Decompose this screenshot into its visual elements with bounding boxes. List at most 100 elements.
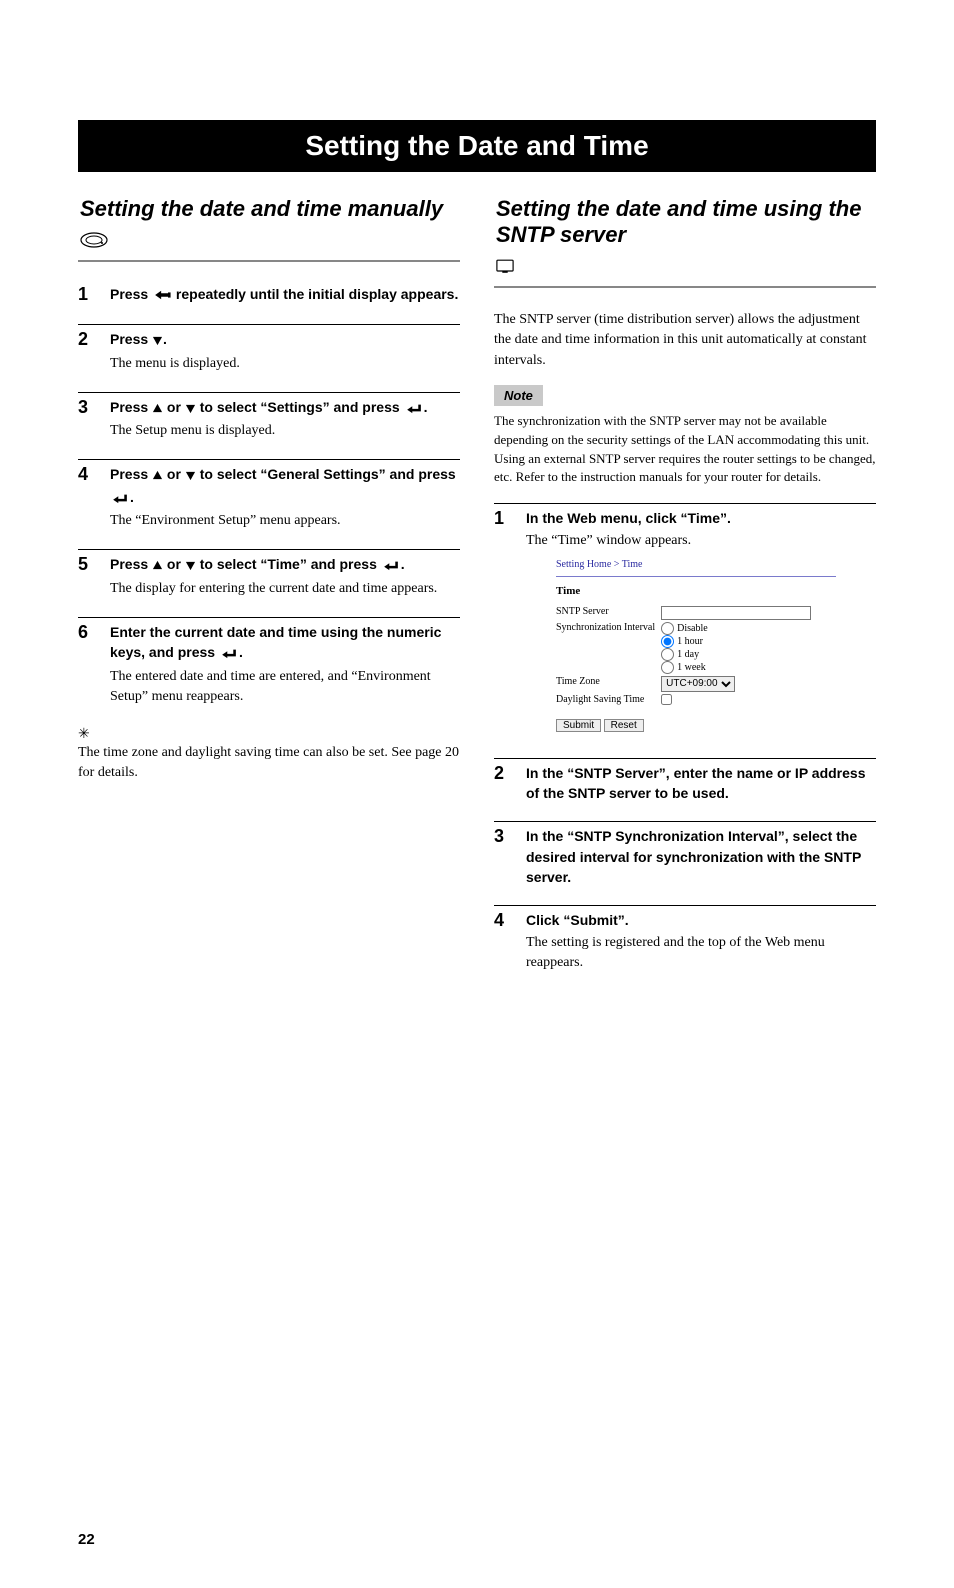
text: to select “Settings” and press: [196, 399, 404, 415]
step-result: The entered date and time are entered, a…: [110, 667, 460, 708]
step-number: 2: [78, 329, 96, 374]
radio-label: 1 hour: [677, 635, 703, 648]
dst-checkbox[interactable]: [661, 694, 672, 705]
table-row: Synchronization Interval Disable 1 hour …: [556, 621, 817, 675]
table-row: Daylight Saving Time: [556, 693, 817, 709]
text: .: [163, 331, 167, 347]
down-icon: [152, 331, 163, 351]
text: .: [424, 399, 428, 415]
enter-icon: [381, 556, 401, 576]
timezone-select[interactable]: UTC+09:00: [661, 676, 735, 692]
text: or: [163, 466, 185, 482]
tip-text: The time zone and daylight saving time c…: [78, 743, 460, 784]
intro-paragraph: The SNTP server (time distribution serve…: [494, 310, 876, 371]
text: Press: [110, 556, 152, 572]
divider: [556, 576, 836, 577]
text: Press: [110, 466, 152, 482]
sync-radio-disable[interactable]: [661, 622, 674, 635]
step-number: 1: [494, 508, 512, 740]
radio-label: Disable: [677, 622, 708, 635]
text: to select “General Settings” and press: [196, 466, 456, 482]
dial-icon: [80, 228, 108, 254]
divider: [494, 503, 876, 504]
section-heading-sntp-text: Setting the date and time using the SNTP…: [496, 196, 876, 248]
up-icon: [152, 466, 163, 486]
down-icon: [185, 556, 196, 576]
step-number: 3: [494, 826, 512, 887]
sync-radio-1hour[interactable]: [661, 635, 674, 648]
step-result: The “Time” window appears.: [526, 531, 876, 551]
text: repeatedly until the initial display app…: [172, 286, 458, 302]
step-instruction: Press or to select “General Settings” an…: [110, 464, 460, 509]
text: .: [130, 489, 134, 505]
divider: [78, 617, 460, 618]
step-instruction: Press .: [110, 329, 460, 351]
table-row: Time Zone UTC+09:00: [556, 675, 817, 693]
page-title: Setting the Date and Time: [78, 120, 876, 172]
step-result: The setting is registered and the top of…: [526, 933, 876, 974]
step-instruction: Press or to select “Time” and press .: [110, 554, 460, 576]
submit-button[interactable]: Submit: [556, 719, 601, 732]
section-heading-manual: Setting the date and time manually: [78, 190, 460, 262]
screen-icon: [496, 254, 514, 280]
text: Press: [110, 286, 152, 302]
divider: [78, 324, 460, 325]
step-instruction: In the “SNTP Server”, enter the name or …: [526, 763, 876, 804]
left-column: Setting the date and time manually 1 Pre…: [78, 190, 460, 991]
divider: [78, 459, 460, 460]
step-number: 3: [78, 397, 96, 442]
step-number: 4: [494, 910, 512, 973]
up-icon: [152, 556, 163, 576]
right-column: Setting the date and time using the SNTP…: [494, 190, 876, 991]
text: .: [239, 644, 243, 660]
row-label: Daylight Saving Time: [556, 693, 661, 709]
divider: [78, 549, 460, 550]
text: or: [163, 399, 185, 415]
divider: [494, 821, 876, 822]
step-instruction: In the “SNTP Synchronization Interval”, …: [526, 826, 876, 887]
step-result: The display for entering the current dat…: [110, 579, 460, 599]
divider: [494, 905, 876, 906]
down-icon: [185, 399, 196, 419]
step-instruction: In the Web menu, click “Time”.: [526, 508, 876, 528]
row-label: SNTP Server: [556, 605, 661, 621]
text: Press: [110, 331, 152, 347]
enter-icon: [404, 399, 424, 419]
step-instruction: Press repeatedly until the initial displ…: [110, 284, 460, 306]
row-label: Time Zone: [556, 675, 661, 693]
divider: [494, 758, 876, 759]
up-icon: [152, 399, 163, 419]
step-instruction: Enter the current date and time using th…: [110, 622, 460, 665]
radio-label: 1 week: [677, 661, 706, 674]
breadcrumb: Setting Home > Time: [556, 559, 836, 570]
step-result: The menu is displayed.: [110, 354, 460, 374]
text: or: [163, 556, 185, 572]
page-number: 22: [78, 1531, 876, 1548]
embedded-screenshot: Setting Home > Time Time SNTP Server Syn…: [556, 559, 836, 732]
down-icon: [185, 466, 196, 486]
step-result: The Setup menu is displayed.: [110, 421, 460, 441]
text: Press: [110, 399, 152, 415]
section-heading-manual-text: Setting the date and time manually: [80, 196, 443, 222]
back-icon: [152, 286, 172, 306]
row-label: Synchronization Interval: [556, 621, 661, 675]
sync-radio-1week[interactable]: [661, 661, 674, 674]
screenshot-section-title: Time: [556, 585, 836, 597]
step-number: 4: [78, 464, 96, 531]
divider: [78, 392, 460, 393]
text: Enter the current date and time using th…: [110, 624, 441, 660]
sync-radio-1day[interactable]: [661, 648, 674, 661]
step-instruction: Press or to select “Settings” and press …: [110, 397, 460, 419]
table-row: SNTP Server: [556, 605, 817, 621]
tip-icon: ✳︎: [78, 728, 90, 742]
text: to select “Time” and press: [196, 556, 381, 572]
enter-icon: [219, 644, 239, 664]
radio-label: 1 day: [677, 648, 699, 661]
step-number: 6: [78, 622, 96, 707]
section-heading-sntp: Setting the date and time using the SNTP…: [494, 190, 876, 288]
reset-button[interactable]: Reset: [604, 719, 644, 732]
step-instruction: Click “Submit”.: [526, 910, 876, 930]
enter-icon: [110, 489, 130, 509]
text: .: [401, 556, 405, 572]
sntp-server-input[interactable]: [661, 606, 811, 620]
